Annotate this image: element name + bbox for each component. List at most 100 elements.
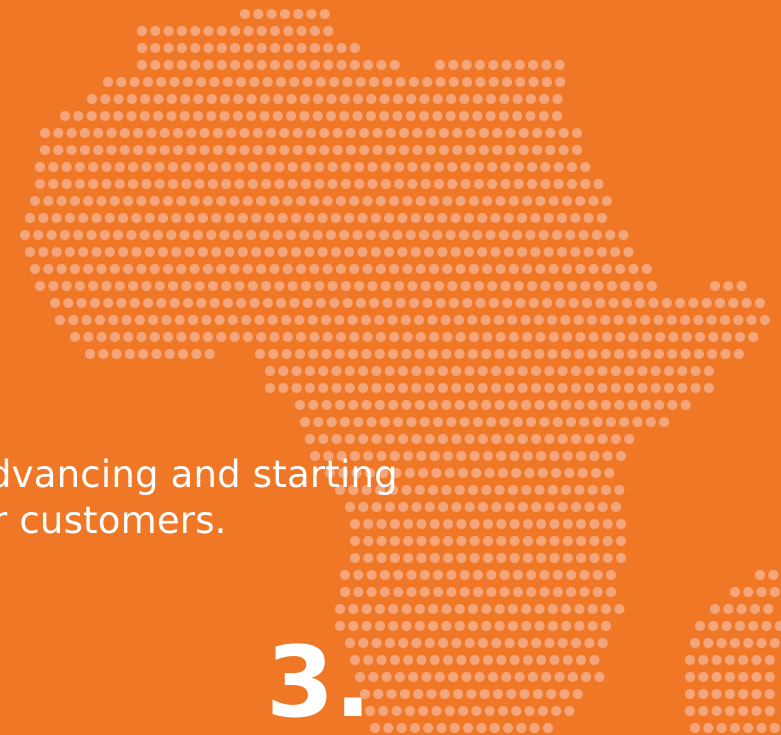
map-dot [445,110,456,122]
map-dot [488,297,499,309]
map-dot [327,280,338,292]
map-dot [69,331,81,343]
map-dot [43,195,54,207]
map-dot [190,25,201,37]
map-dot [403,450,414,462]
map-dot [106,144,117,156]
map-dot [576,535,587,547]
map-dot [654,399,665,411]
map-dot [497,705,509,717]
map-dot [329,76,340,88]
map-dot [315,297,327,309]
map-dot [321,348,332,360]
map-dot [524,705,535,717]
map-dot [264,382,276,394]
map-dot [295,263,307,275]
map-dot [560,314,571,326]
map-dot [562,518,573,530]
map-dot [179,229,190,241]
map-dot [259,93,270,105]
map-dot [355,297,366,309]
map-dot [389,654,400,666]
map-dot [684,654,696,666]
map-dot [491,501,502,513]
map-dot [243,59,254,71]
map-dot [540,161,551,173]
map-dot [68,314,79,326]
map-dot [360,314,371,326]
map-dot [357,246,368,258]
map-dot [222,297,233,309]
map-dot [221,178,232,190]
map-dot [323,25,334,37]
map-dot [203,25,214,37]
map-dot [226,144,237,156]
map-dot [427,348,438,360]
map-dot [397,212,408,224]
map-dot [186,127,197,139]
map-dot [336,42,347,54]
map-dot [318,365,329,377]
map-dot [456,654,467,666]
map-dot [207,280,218,292]
map-dot [123,195,134,207]
map-dot [518,127,529,139]
map-dot [79,144,90,156]
map-dot [424,501,435,513]
map-dot [309,25,320,37]
map-dot [287,178,298,190]
map-dot [216,25,227,37]
map-dot [497,467,508,479]
map-dot [363,59,374,71]
map-dot [551,705,562,717]
map-dot [548,195,559,207]
map-dot [362,331,373,343]
map-dot [43,263,54,275]
map-dot [514,59,525,71]
map-dot [361,399,372,411]
map-dot [326,93,337,105]
map-dot [312,229,323,241]
map-dot [496,518,507,530]
map-dot [589,552,600,564]
map-dot [206,110,217,122]
map-dot [128,178,139,190]
map-dot [511,229,523,241]
map-dot [421,671,432,683]
map-dot [503,246,514,258]
map-dot [482,331,493,343]
map-dot [464,501,475,513]
map-dot [384,365,395,377]
map-dot [405,110,416,122]
map-dot [423,212,435,224]
map-dot [114,161,125,173]
map-dot [590,467,602,479]
map-dot [464,382,475,394]
map-dot [216,42,227,54]
map-dot [544,637,555,649]
map-dot [327,178,338,190]
map-dot [565,416,577,428]
map-dot [653,314,664,326]
map-dot [525,93,537,105]
map-dot [100,93,111,105]
map-dot [313,416,324,428]
map-dot [666,314,677,326]
map-dot [615,263,626,275]
map-dot [252,144,263,156]
map-dot [547,348,558,360]
map-dot [756,586,767,598]
map-dot [252,127,263,139]
map-dot [243,25,254,37]
map-dot [485,110,496,122]
map-dot [763,603,774,615]
map-dot [481,484,492,496]
map-dot [543,212,554,224]
map-dot [121,314,132,326]
map-dot [111,348,122,360]
map-dot [154,178,165,190]
map-dot [131,246,142,258]
map-dot [366,416,377,428]
map-dot [99,110,110,122]
map-dot [442,195,453,207]
